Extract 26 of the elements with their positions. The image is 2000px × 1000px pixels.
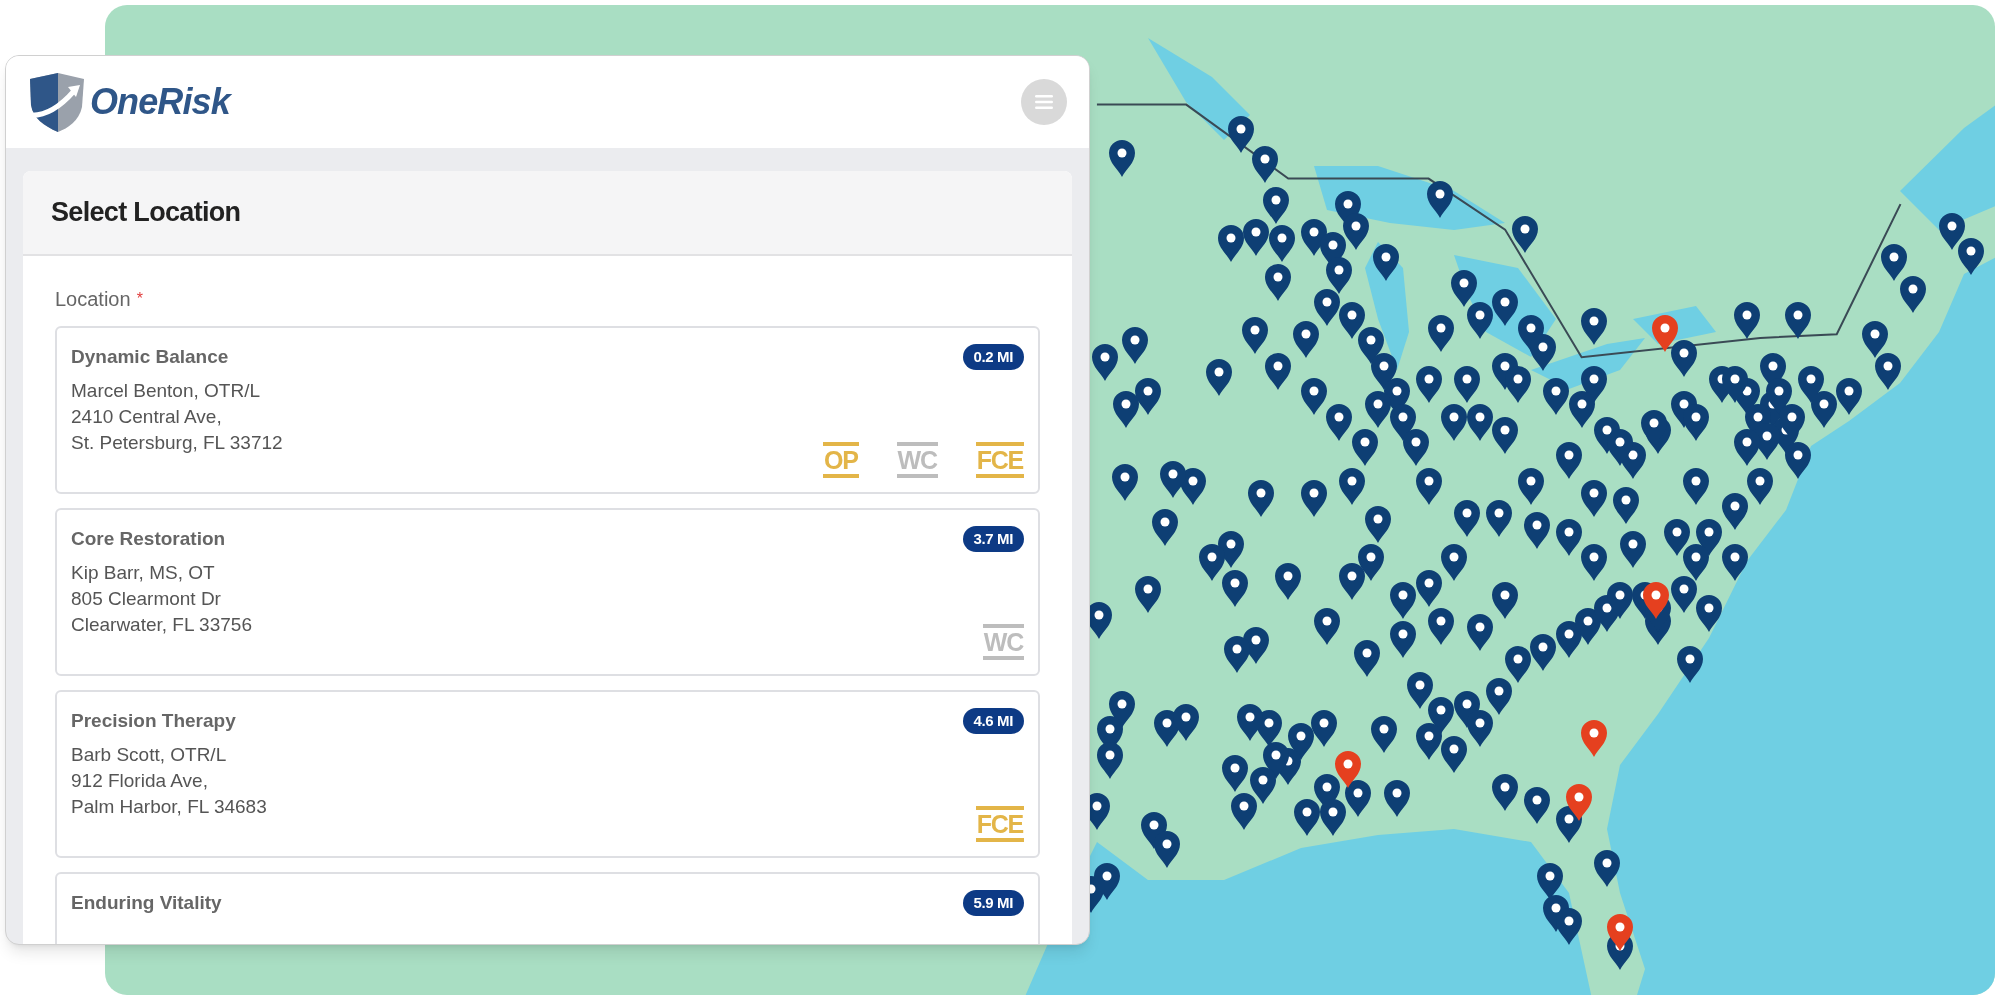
- location-option[interactable]: Enduring Vitality 5.9 MI: [55, 872, 1040, 944]
- address-text: Marcel Benton, OTR/L 2410 Central Ave, St. Petersburg, FL 33712: [71, 379, 283, 455]
- menu-button[interactable]: [1021, 79, 1067, 125]
- service-tag: FCE: [975, 442, 1024, 478]
- logo-text: OneRisk: [90, 80, 230, 124]
- service-tag: WC: [896, 442, 938, 478]
- menu-icon: [1035, 95, 1053, 109]
- location-name: Dynamic Balance: [71, 345, 229, 369]
- address-text: Barb Scott, OTR/L 912 Florida Ave, Palm Harbor, FL 34683: [71, 743, 267, 819]
- service-tag: OP: [822, 442, 859, 478]
- distance-badge: 3.7 MI: [962, 526, 1024, 552]
- service-tag: WC: [982, 624, 1024, 660]
- location-name: Enduring Vitality: [71, 891, 222, 915]
- location-name: Core Restoration: [71, 527, 226, 551]
- location-name: Precision Therapy: [71, 709, 236, 733]
- required-mark: *: [136, 289, 143, 309]
- location-option[interactable]: Core Restoration 3.7 MI Kip Barr, MS, OT 805 Clearmont Dr Clearwater, FL 33756 WC: [55, 508, 1040, 676]
- distance-badge: 4.6 MI: [962, 708, 1024, 734]
- location-option[interactable]: Precision Therapy 4.6 MI Barb Scott, OTR/L 912 Florida Ave, Palm Harbor, FL 34683 FCE: [55, 690, 1040, 858]
- distance-badge: 5.9 MI: [962, 890, 1024, 916]
- location-option[interactable]: Dynamic Balance 0.2 MI Marcel Benton, OTR/L 2410 Central Ave, St. Petersburg, FL 33712 OP WC FCE: [55, 326, 1040, 494]
- field-label: Location: [55, 287, 131, 312]
- address-text: Kip Barr, MS, OT 805 Clearmont Dr Clearwater, FL 33756: [71, 561, 252, 637]
- panel-title: Select Location: [51, 196, 241, 230]
- service-tag: FCE: [975, 806, 1024, 842]
- distance-badge: 0.2 MI: [962, 344, 1024, 370]
